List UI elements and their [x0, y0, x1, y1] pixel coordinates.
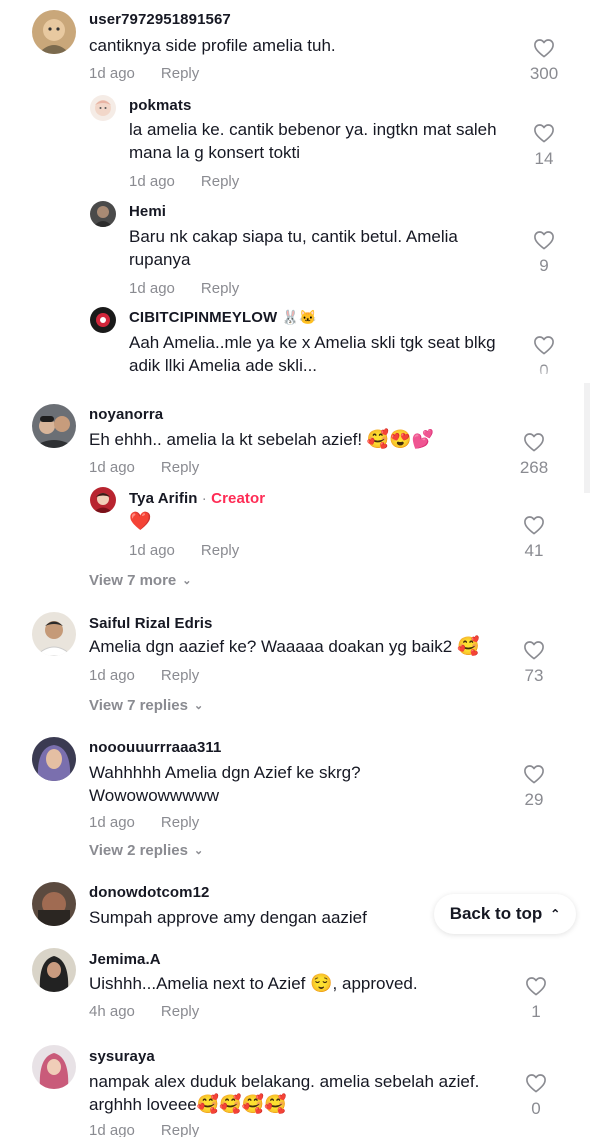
- avatar[interactable]: [32, 1045, 76, 1089]
- chevron-down-icon: ⌄: [182, 575, 192, 587]
- view-more-replies[interactable]: View 7 replies ⌄: [89, 697, 203, 714]
- creator-separator: ·: [197, 490, 212, 507]
- comment-time: 1d ago: [89, 667, 135, 684]
- like-count: 268: [519, 458, 549, 477]
- avatar[interactable]: [32, 948, 76, 992]
- view-more-replies[interactable]: View 2 replies ⌄: [89, 842, 203, 859]
- comment-text: nampak alex duduk belakang. amelia sebel…: [89, 1072, 480, 1114]
- text-emoji: 🥰😍💕: [366, 429, 435, 449]
- comment-text: Amelia dgn aazief ke? Waaaaa doakan yg b…: [89, 636, 480, 656]
- reply-button[interactable]: Reply: [161, 1003, 199, 1020]
- reply-username[interactable]: Tya Arifin · Creator: [129, 490, 265, 507]
- heart-icon: [524, 641, 544, 660]
- heart-icon: [524, 765, 544, 784]
- comment-text: Uishhh...Amelia next to Azief 😌, approve…: [89, 973, 418, 993]
- comment-time: 1d ago: [89, 1122, 135, 1137]
- like-count: 73: [524, 666, 544, 685]
- view-more-replies[interactable]: View 7 more ⌄: [89, 572, 192, 589]
- comment-meta: 4h ago Reply: [89, 1003, 199, 1020]
- back-to-top-button[interactable]: Back to top ⌃: [434, 894, 576, 934]
- comment-username[interactable]: nooouuurrraaa311: [89, 739, 221, 756]
- heart-icon: [534, 336, 554, 355]
- text-emoji: 😌: [310, 973, 333, 993]
- comment-meta: 1d ago Reply: [89, 459, 199, 476]
- avatar[interactable]: [90, 307, 116, 333]
- avatar[interactable]: [90, 487, 116, 513]
- scroll-fade: [440, 366, 590, 386]
- comment-time: 1d ago: [89, 814, 135, 831]
- creator-badge: Creator: [211, 490, 266, 507]
- reply-text: ❤️: [129, 511, 152, 531]
- avatar[interactable]: [32, 737, 76, 781]
- comment-time: 1d ago: [89, 459, 135, 476]
- comment-username[interactable]: noyanorra: [89, 406, 163, 423]
- comment-text: Sumpah approve amy dengan aazief: [89, 908, 367, 927]
- like-button[interactable]: 0: [516, 1073, 556, 1119]
- scrollbar[interactable]: [584, 383, 590, 493]
- reply-time: 1d ago: [129, 542, 175, 559]
- heart-icon: [526, 1074, 546, 1093]
- reply-button[interactable]: Reply: [161, 667, 199, 684]
- comment-username[interactable]: Jemima.A: [89, 951, 161, 968]
- comment-time: 4h ago: [89, 1003, 135, 1020]
- chevron-up-icon: ⌃: [550, 907, 561, 921]
- username-emoji: 🐰🐱: [281, 309, 317, 325]
- reply-button[interactable]: Reply: [201, 542, 239, 559]
- reply-item: CIBITCIPINMEYLOW 🐰🐱 Aah Amelia..mle ya k…: [0, 0, 590, 374]
- like-button[interactable]: 268: [514, 432, 554, 478]
- like-count: 0: [531, 1099, 541, 1118]
- reply-username[interactable]: CIBITCIPINMEYLOW 🐰🐱: [129, 309, 317, 326]
- comment-username[interactable]: donowdotcom12: [89, 884, 209, 901]
- comment-meta: 1d ago Reply: [89, 814, 199, 831]
- avatar[interactable]: [32, 882, 76, 926]
- text-emoji: 🥰: [456, 636, 480, 656]
- like-button[interactable]: 29: [514, 764, 554, 810]
- heart-icon: [524, 516, 544, 535]
- heart-icon: [526, 977, 546, 996]
- comment-meta: 1d ago Reply: [89, 1122, 199, 1137]
- avatar[interactable]: [32, 404, 76, 448]
- text-emoji: 🥰🥰🥰🥰: [196, 1094, 287, 1114]
- reply-button[interactable]: Reply: [161, 814, 199, 831]
- like-button[interactable]: 73: [514, 640, 554, 686]
- avatar[interactable]: [32, 612, 76, 656]
- chevron-down-icon: ⌄: [193, 845, 204, 857]
- like-count: 29: [524, 790, 544, 809]
- comment-username[interactable]: Saiful Rizal Edris: [89, 615, 213, 632]
- like-button[interactable]: 41: [514, 515, 554, 561]
- like-count: 1: [531, 1002, 541, 1021]
- comment-text: Wahhhhh Amelia dgn Azief ke skrg? Wowowo…: [89, 763, 361, 805]
- like-count: 41: [524, 541, 544, 560]
- reply-meta: 1d ago Reply: [129, 542, 239, 559]
- comment-meta: 1d ago Reply: [89, 667, 199, 684]
- reply-button[interactable]: Reply: [161, 459, 199, 476]
- heart-icon: [524, 433, 544, 452]
- back-to-top-label: Back to top: [449, 904, 543, 923]
- reply-button[interactable]: Reply: [161, 1122, 199, 1137]
- comment-username[interactable]: sysuraya: [89, 1048, 155, 1065]
- like-button[interactable]: 1: [516, 976, 556, 1022]
- comment-text: Eh ehhh.. amelia la kt sebelah azief! 🥰😍…: [89, 429, 435, 449]
- chevron-down-icon: ⌄: [193, 700, 204, 712]
